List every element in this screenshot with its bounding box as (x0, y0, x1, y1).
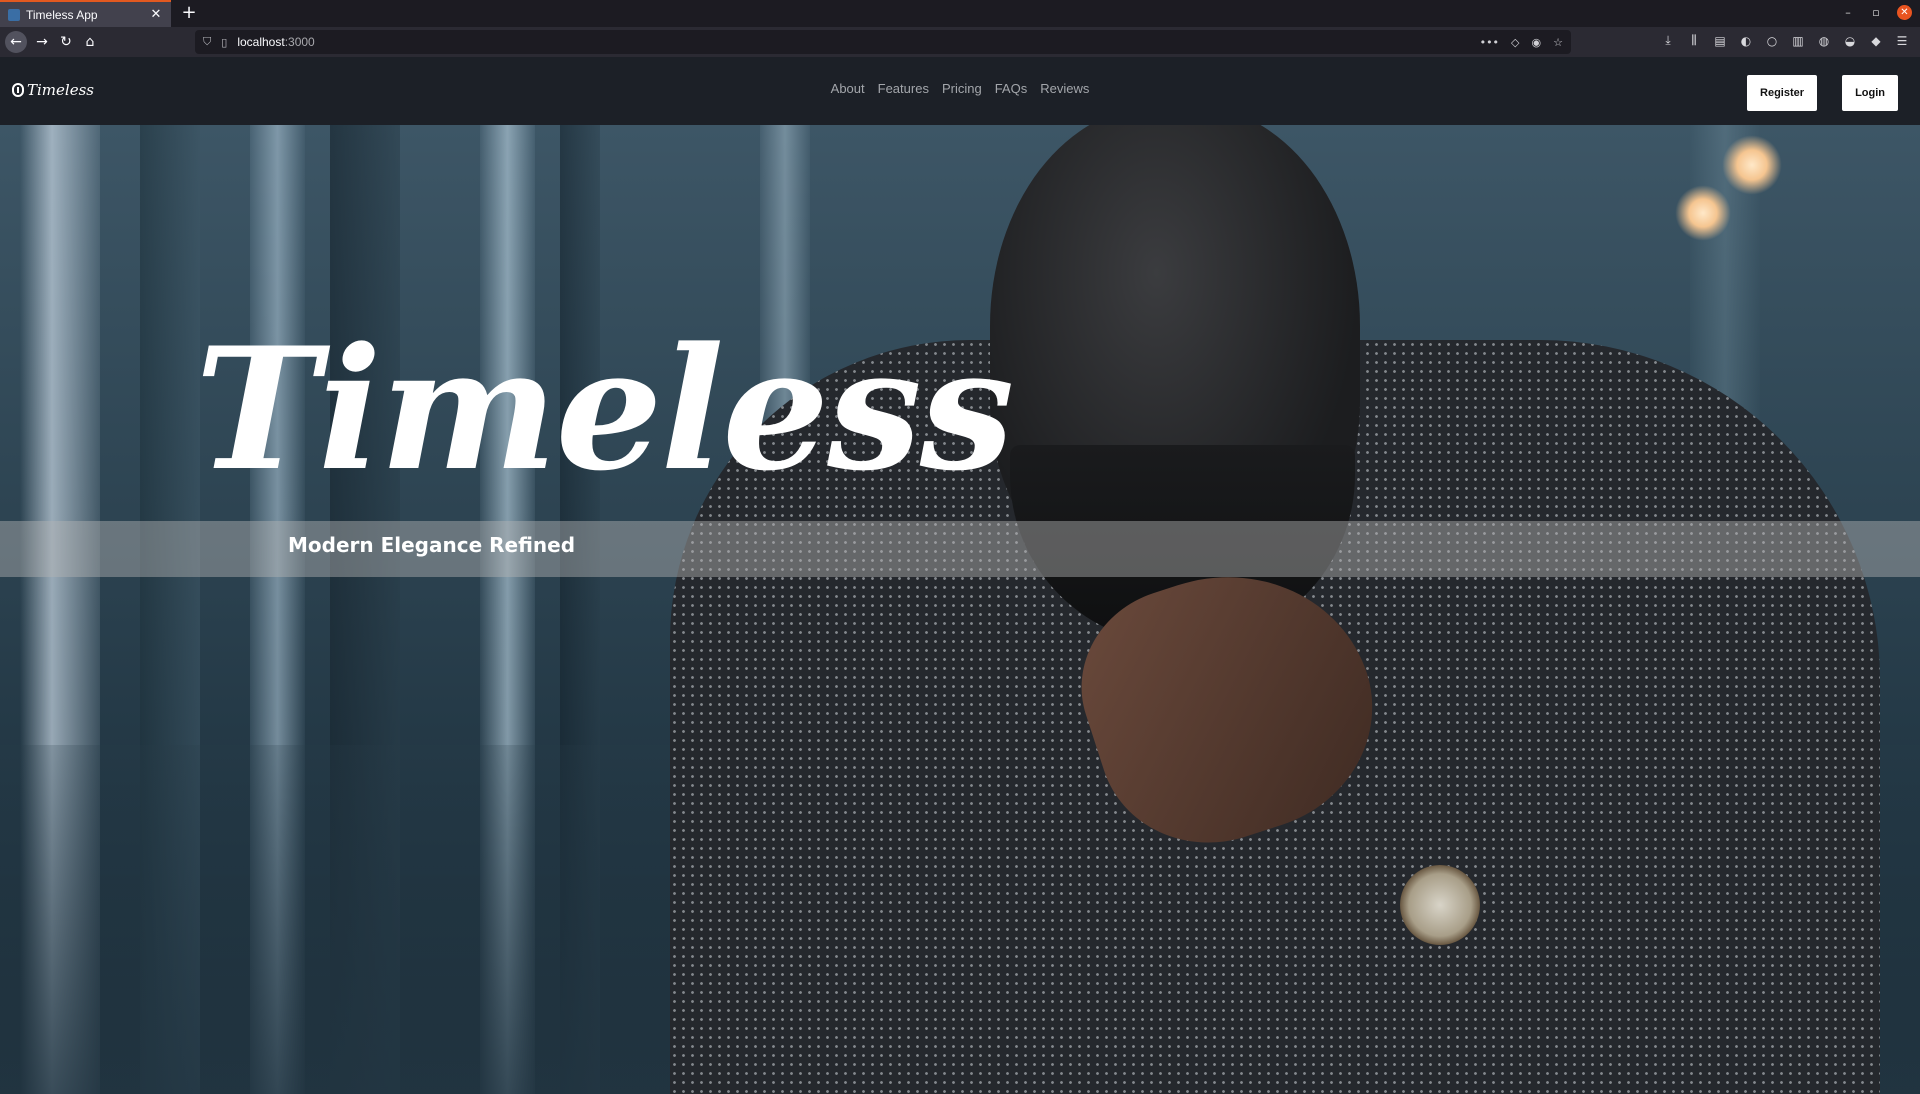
nav-link-pricing[interactable]: Pricing (942, 81, 982, 96)
close-tab-icon[interactable]: ✕ (149, 7, 163, 22)
hero-model-image (670, 125, 1910, 1094)
extension-icon[interactable]: ○ (1764, 34, 1780, 48)
restore-button[interactable]: ▫ (1869, 6, 1883, 19)
hero-title: Timeless (195, 310, 1014, 508)
forward-icon[interactable]: → (33, 33, 51, 51)
site-header: Timeless About Features Pricing FAQs Rev… (0, 57, 1920, 125)
page-icon: ▯ (221, 35, 228, 49)
browser-toolbar: ← → ↻ ⌂ ⛉ ▯ localhost :3000 ••• ◇ ◉ ☆ ⤓ … (0, 27, 1920, 57)
hero-tagline: Modern Elegance Refined (288, 533, 576, 557)
bookmark-star-icon[interactable]: ☆ (1553, 36, 1563, 49)
nav-link-about[interactable]: About (831, 81, 865, 96)
reload-icon[interactable]: ↻ (57, 33, 75, 51)
extension-icon[interactable]: ▥ (1790, 34, 1806, 48)
library-icon[interactable]: ⫼ (1686, 33, 1702, 48)
register-button[interactable]: Register (1747, 75, 1818, 111)
browser-toolbar-right: ⤓ ⫼ ▤ ◐ ○ ▥ ◍ ◒ ◆ ☰ (1660, 33, 1910, 48)
new-tab-button[interactable]: + (178, 2, 200, 24)
login-button[interactable]: Login (1842, 75, 1898, 111)
nav-link-reviews[interactable]: Reviews (1040, 81, 1089, 96)
address-bar[interactable]: ⛉ ▯ localhost :3000 ••• ◇ ◉ ☆ (195, 30, 1571, 54)
menu-icon[interactable]: ☰ (1894, 34, 1910, 48)
account-icon[interactable]: ◐ (1738, 34, 1754, 48)
extension-icon[interactable]: ◍ (1816, 34, 1832, 48)
back-icon[interactable]: ← (5, 31, 27, 53)
url-port: :3000 (284, 35, 315, 49)
home-icon[interactable]: ⌂ (81, 33, 99, 51)
downloads-icon[interactable]: ⤓ (1660, 33, 1676, 48)
sidebar-icon[interactable]: ▤ (1712, 34, 1728, 48)
tab-title: Timeless App (26, 7, 98, 22)
wristwatch (1400, 865, 1480, 945)
browser-tabstrip: Timeless App ✕ + – ▫ ✕ (0, 0, 1920, 27)
shield-icon[interactable]: ⛉ (203, 35, 211, 49)
pocket-icon[interactable]: ◇ (1511, 36, 1519, 49)
url-host: localhost (237, 35, 285, 49)
app-favicon-icon (8, 8, 20, 21)
extension-icon[interactable]: ◒ (1842, 34, 1858, 48)
extension-icon[interactable]: ◆ (1868, 34, 1884, 48)
main-nav: About Features Pricing FAQs Reviews (0, 81, 1920, 96)
nav-link-faqs[interactable]: FAQs (995, 81, 1028, 96)
auth-actions: Register Login (1747, 75, 1898, 111)
extension-icon[interactable]: ◉ (1532, 36, 1542, 49)
address-bar-actions: ••• ◇ ◉ ☆ (1480, 36, 1563, 49)
window-controls: – ▫ ✕ (1841, 5, 1912, 20)
more-actions-icon[interactable]: ••• (1480, 36, 1499, 49)
browser-tab-active[interactable]: Timeless App ✕ (0, 0, 171, 27)
hero-section: Timeless Modern Elegance Refined (0, 125, 1920, 1094)
minimize-button[interactable]: – (1841, 6, 1855, 19)
tagline-band: Modern Elegance Refined (0, 521, 1920, 577)
close-window-button[interactable]: ✕ (1897, 5, 1912, 20)
nav-link-features[interactable]: Features (878, 81, 929, 96)
